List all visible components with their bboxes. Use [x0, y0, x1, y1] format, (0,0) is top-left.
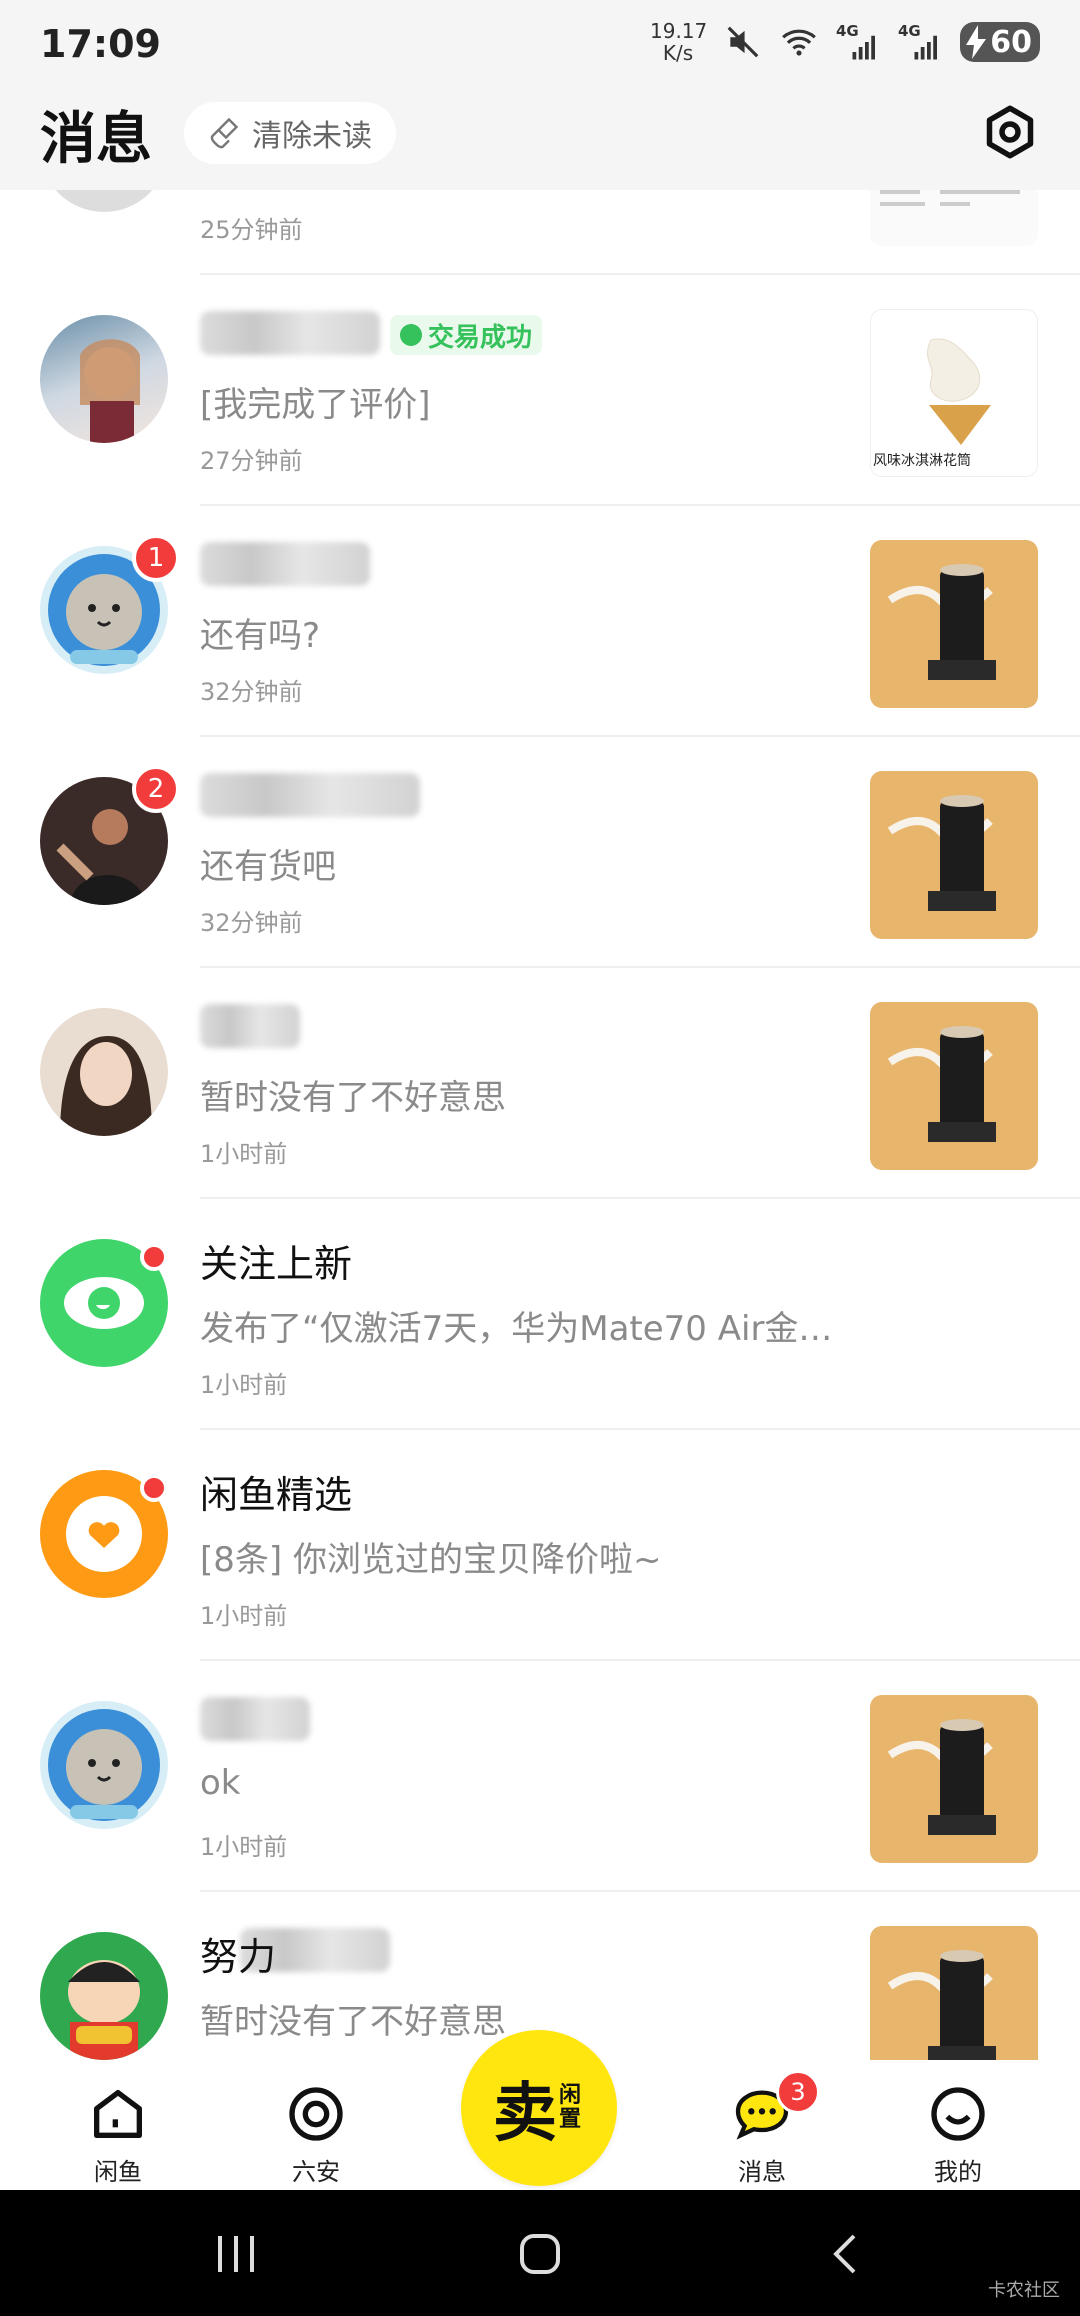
conversation-time: 1小时前: [200, 1833, 288, 1861]
back-icon[interactable]: [826, 2230, 862, 2278]
unread-badge: 2: [132, 765, 180, 813]
conversation-message: 还有货吧: [200, 847, 336, 887]
conversation-time: 1小时前: [200, 1140, 288, 1168]
home-system-icon[interactable]: [516, 2230, 564, 2278]
status-icons: 19.17 K/s 4G 4G 60: [650, 20, 1040, 64]
item-thumbnail: [870, 1695, 1038, 1863]
status-time: 17:09: [40, 22, 161, 66]
nav-home[interactable]: 闲鱼: [58, 2060, 178, 2190]
network-speed: 19.17 K/s: [650, 19, 708, 65]
signal-icon-2: 4G: [898, 22, 942, 62]
clear-unread-button[interactable]: 清除未读: [184, 102, 396, 164]
conversation-message: [8条] 你浏览过的宝贝降价啦~: [200, 1540, 662, 1580]
signal-icon: 4G: [836, 22, 880, 62]
blurred-username: [200, 773, 420, 817]
conversation-message: 暂时没有了不好意思: [200, 2002, 506, 2042]
conversation-message: 发布了“仅激活7天，华为Mate70 Air金…: [200, 1309, 833, 1349]
avatar: [40, 1701, 168, 1829]
mute-icon: [727, 26, 759, 58]
avatar: [40, 1932, 168, 2060]
page-header: 消息 清除未读: [0, 92, 1080, 190]
conversation-name: 闲鱼精选: [200, 1473, 353, 1517]
conversation-row[interactable]: 2 还有货吧 32分钟前: [0, 737, 1080, 968]
signal-bars-icon: [852, 35, 875, 60]
conversation-message: ok: [200, 1763, 241, 1803]
conversation-message: 暂时没有了不好意思: [200, 1078, 506, 1118]
item-thumbnail: [870, 1002, 1038, 1170]
nav-local-label: 六安: [292, 2158, 340, 2186]
conversation-name: 关注上新: [200, 1242, 353, 1286]
trade-success-label: 交易成功: [428, 322, 533, 353]
conversation-list: 25分钟前 交易成功 [我完成了评价] 27分钟前 风味冰淇淋花筒 1 还有吗?…: [0, 190, 1080, 2060]
conversation-row[interactable]: 关注上新 发布了“仅激活7天，华为Mate70 Air金… 1小时前: [0, 1199, 1080, 1430]
conversation-row[interactable]: 1 还有吗? 32分钟前: [0, 506, 1080, 737]
conversation-time: 32分钟前: [200, 909, 303, 937]
nav-messages-label: 消息: [738, 2158, 786, 2186]
nav-mine[interactable]: 我的: [898, 2060, 1018, 2190]
bottom-nav: 闲鱼 六安 卖 闲置 消息 3 我的: [0, 2030, 1080, 2190]
conversation-row[interactable]: 交易成功 [我完成了评价] 27分钟前 风味冰淇淋花筒: [0, 275, 1080, 506]
conversation-row[interactable]: 25分钟前: [0, 190, 1080, 275]
broom-icon: [210, 117, 239, 149]
watermark: 卡农社区: [988, 2280, 1060, 2301]
system-nav-bar: 卡农社区: [0, 2190, 1080, 2316]
conversation-row[interactable]: ok 1小时前: [0, 1661, 1080, 1892]
blurred-username: [200, 1697, 310, 1741]
page-title: 消息: [40, 107, 152, 172]
conversation-time: 27分钟前: [200, 447, 303, 475]
blurred-username: [200, 542, 370, 586]
conversation-row[interactable]: 闲鱼精选 [8条] 你浏览过的宝贝降价啦~ 1小时前: [0, 1430, 1080, 1661]
recent-apps-icon[interactable]: [212, 2232, 262, 2276]
conversation-message: [我完成了评价]: [200, 385, 431, 425]
thumbnail-caption: 风味冰淇淋花筒: [873, 453, 971, 469]
nav-mine-label: 我的: [934, 2158, 982, 2186]
item-thumbnail: [870, 771, 1038, 939]
charging-icon: [966, 25, 986, 59]
profile-smile-icon: [931, 2087, 985, 2141]
conversation-row[interactable]: 暂时没有了不好意思 1小时前: [0, 968, 1080, 1199]
conversation-time: 1小时前: [200, 1371, 288, 1399]
blurred-username: [200, 311, 380, 355]
clear-unread-label: 清除未读: [252, 119, 372, 154]
network-speed-unit: K/s: [662, 41, 694, 65]
sell-button[interactable]: 卖 闲置: [461, 2030, 617, 2186]
avatar: [40, 1008, 168, 1136]
item-thumbnail: [870, 540, 1038, 708]
nav-messages[interactable]: 消息 3: [702, 2060, 822, 2190]
unread-badge: 1: [132, 534, 180, 582]
nav-local[interactable]: 六安: [256, 2060, 376, 2190]
sell-button-sublabel: 闲置: [559, 2083, 582, 2132]
location-target-icon: [289, 2087, 343, 2141]
messages-badge: 3: [776, 2070, 820, 2114]
network-speed-value: 19.17: [650, 19, 708, 43]
blurred-username: [200, 1004, 300, 1048]
avatar: [40, 190, 168, 212]
home-icon: [94, 2090, 142, 2138]
conversation-time: 1小时前: [200, 1602, 288, 1630]
success-icon: [400, 324, 422, 346]
battery-level: 60: [990, 24, 1032, 60]
trade-success-tag: 交易成功: [390, 315, 543, 355]
signal-bars-icon: [914, 35, 937, 60]
nav-home-label: 闲鱼: [94, 2158, 142, 2186]
conversation-time: 25分钟前: [200, 216, 303, 244]
wifi-icon: [782, 29, 816, 56]
battery-indicator: 60: [960, 22, 1040, 62]
conversation-message: 还有吗?: [200, 616, 321, 656]
conversation-name: 努力: [200, 1935, 277, 1979]
unread-dot: [140, 1243, 168, 1271]
unread-dot: [140, 1474, 168, 1502]
item-thumbnail: [870, 190, 1038, 246]
status-bar: 17:09 19.17 K/s 4G 4G 60: [0, 0, 1080, 92]
conversation-time: 32分钟前: [200, 678, 303, 706]
settings-icon[interactable]: [980, 102, 1040, 162]
item-thumbnail: [870, 1926, 1038, 2060]
avatar: [40, 315, 168, 443]
sell-button-label: 卖: [493, 2077, 557, 2151]
item-thumbnail: 风味冰淇淋花筒: [870, 309, 1038, 477]
